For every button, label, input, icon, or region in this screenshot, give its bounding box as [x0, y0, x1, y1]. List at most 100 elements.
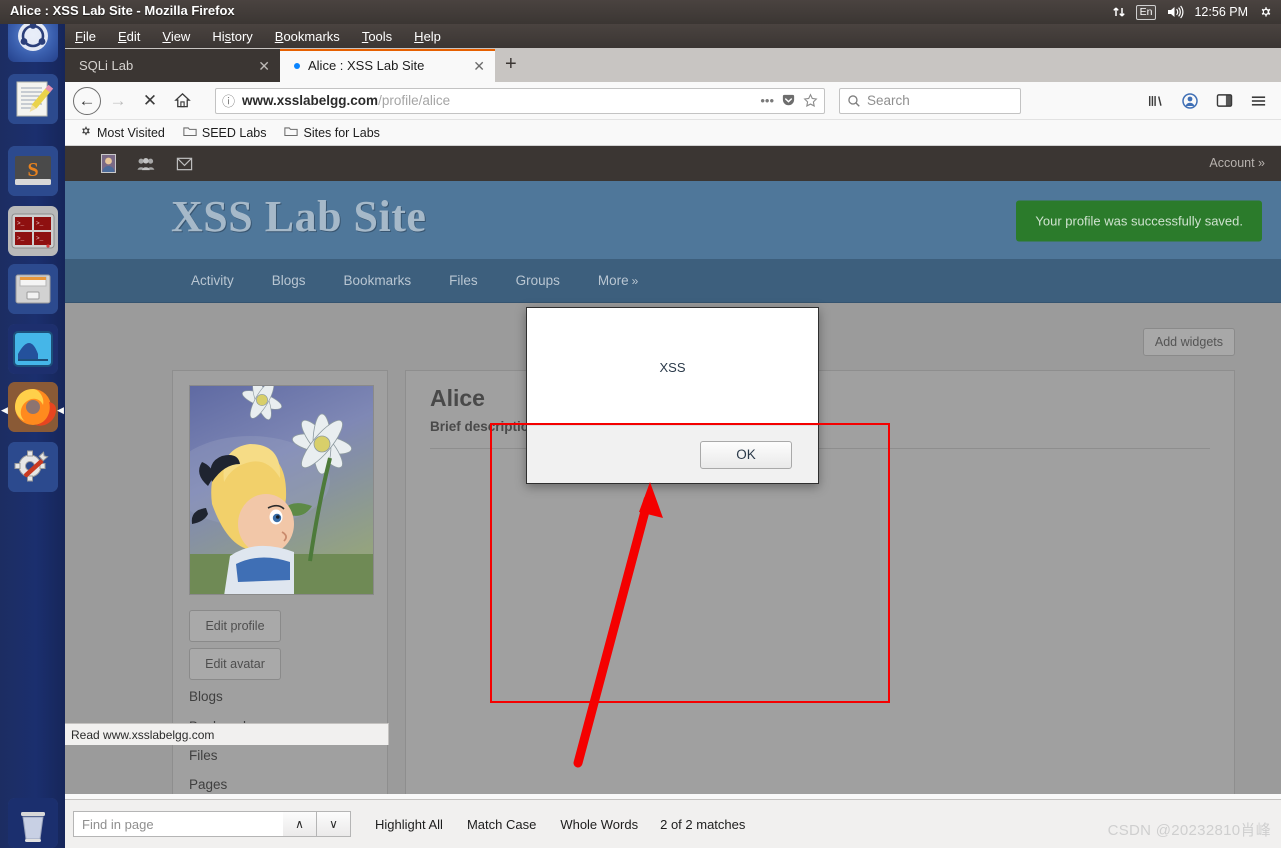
bookmark-label: Sites for Labs: [303, 125, 380, 140]
folder-icon: [284, 125, 299, 140]
tab-label: SQLi Lab: [79, 58, 134, 73]
account-menu-link[interactable]: Account »: [1209, 156, 1265, 170]
nav-item-files[interactable]: Files: [449, 273, 478, 288]
menu-view[interactable]: View: [162, 29, 190, 44]
nav-item-bookmarks[interactable]: Bookmarks: [344, 273, 412, 288]
system-settings-icon: [14, 450, 49, 482]
clock[interactable]: 12:56 PM: [1194, 5, 1248, 19]
highlight-all-option[interactable]: Highlight All: [375, 817, 443, 832]
tab-sqli-lab[interactable]: SQLi Lab ✕: [65, 49, 280, 82]
info-circle-icon[interactable]: ⓘ: [222, 91, 235, 110]
launcher-item-firefox[interactable]: [8, 382, 58, 432]
search-bar[interactable]: Search: [839, 87, 1021, 114]
library-icon[interactable]: [1141, 86, 1171, 116]
nav-item-groups[interactable]: Groups: [516, 273, 560, 288]
launcher-item-terminal[interactable]: >_ >_ >_ >_: [8, 206, 58, 256]
close-icon[interactable]: ✕: [258, 59, 270, 73]
launcher-item-wireshark[interactable]: [8, 324, 58, 374]
chevron-down-icon[interactable]: ∨: [317, 811, 351, 837]
back-arrow-icon[interactable]: ←: [73, 86, 101, 115]
tab-label: Alice : XSS Lab Site: [308, 58, 425, 73]
screen: S >_ >_ >_ >_ ◀ ◀ Alice: XSS Lab Site -…: [0, 0, 1281, 848]
bookmarks-toolbar: Most Visited SEED Labs Sites for Labs: [65, 120, 1281, 146]
avatar-image: [190, 386, 373, 594]
find-input[interactable]: Find in page: [73, 811, 283, 837]
gear-icon[interactable]: [1258, 5, 1273, 20]
nav-item-blogs[interactable]: Blogs: [272, 273, 306, 288]
svg-text:>_: >_: [17, 220, 25, 227]
friends-icon[interactable]: [137, 154, 155, 174]
network-up-down-icon[interactable]: [1112, 5, 1126, 19]
close-icon[interactable]: ✕: [473, 59, 485, 73]
search-input[interactable]: Search: [867, 93, 910, 108]
edit-avatar-button[interactable]: Edit avatar: [189, 648, 281, 680]
menu-help[interactable]: Help: [414, 29, 441, 44]
new-tab-button[interactable]: +: [495, 54, 527, 76]
ok-button[interactable]: OK: [700, 440, 792, 469]
menu-history[interactable]: History: [212, 29, 252, 44]
tab-activity-dot-icon: [294, 62, 300, 69]
forward-arrow-icon[interactable]: →: [103, 86, 133, 116]
url-path: /profile/alice: [378, 93, 451, 108]
envelope-icon[interactable]: [175, 154, 193, 174]
launcher-item-files[interactable]: [8, 264, 58, 314]
nav-item-activity[interactable]: Activity: [191, 273, 234, 288]
star-icon[interactable]: [803, 93, 818, 108]
gear-icon: [79, 125, 92, 141]
files-icon: [15, 274, 51, 304]
browser-menubar: File Edit View History Bookmarks Tools H…: [65, 24, 1281, 48]
menu-file[interactable]: File: [75, 29, 96, 44]
launcher-item-text-editor[interactable]: [8, 74, 58, 124]
bookmark-sites-for-labs[interactable]: Sites for Labs: [284, 125, 380, 140]
wireshark-icon: [13, 331, 53, 367]
home-icon[interactable]: [167, 86, 197, 116]
nav-item-more[interactable]: More»: [598, 273, 638, 288]
hamburger-menu-icon[interactable]: [1243, 86, 1273, 116]
keyboard-layout-indicator[interactable]: En: [1135, 4, 1157, 20]
unity-launcher: S >_ >_ >_ >_ ◀ ◀: [0, 0, 65, 848]
svg-text:>_: >_: [36, 220, 44, 227]
watermark: CSDN @20232810肖峰: [1107, 822, 1271, 839]
whole-words-option[interactable]: Whole Words: [560, 817, 638, 832]
menu-bookmarks[interactable]: Bookmarks: [275, 29, 340, 44]
match-case-option[interactable]: Match Case: [467, 817, 536, 832]
launcher-item-system-settings[interactable]: [8, 442, 58, 492]
profile-description-label: Brief description: [430, 419, 538, 434]
chevron-up-icon[interactable]: ∧: [283, 811, 317, 837]
launcher-right-arrow-icon: ◀: [57, 405, 64, 415]
firefox-window: File Edit View History Bookmarks Tools H…: [65, 24, 1281, 848]
url-text: www.xsslabelgg.com/profile/alice: [242, 93, 753, 108]
menu-tools[interactable]: Tools: [362, 29, 392, 44]
sidebar-link-blogs[interactable]: Blogs: [189, 689, 223, 704]
folder-icon: [183, 125, 197, 140]
add-widgets-button[interactable]: Add widgets: [1142, 328, 1235, 356]
bookmark-seed-labs[interactable]: SEED Labs: [183, 125, 266, 140]
account-circle-icon[interactable]: [1175, 86, 1205, 116]
launcher-item-sublime-text[interactable]: S: [8, 146, 58, 196]
page-viewport: Account » XSS Lab Site Your profile was …: [65, 146, 1281, 794]
url-bar[interactable]: ⓘ www.xsslabelgg.com/profile/alice •••: [215, 87, 825, 114]
sidebar-toggle-icon[interactable]: [1209, 86, 1239, 116]
alert-footer: OK: [527, 425, 818, 483]
launcher-item-trash[interactable]: [8, 798, 58, 848]
sidebar-link-pages[interactable]: Pages: [189, 777, 227, 792]
bookmark-most-visited[interactable]: Most Visited: [79, 125, 165, 141]
status-bar: Read www.xsslabelgg.com: [65, 723, 389, 745]
menu-edit[interactable]: Edit: [118, 29, 140, 44]
stop-x-icon[interactable]: ✕: [135, 86, 165, 116]
avatar[interactable]: [189, 385, 374, 595]
firefox-icon: [15, 389, 57, 426]
pocket-icon[interactable]: [781, 93, 796, 108]
volume-icon[interactable]: [1166, 5, 1184, 19]
site-navigation: Activity Blogs Bookmarks Files Groups Mo…: [65, 259, 1281, 303]
sublime-text-icon: S: [15, 156, 51, 185]
toolbar-right-actions: [1141, 86, 1273, 116]
user-avatar-icon[interactable]: [99, 154, 117, 174]
tab-strip: SQLi Lab ✕ Alice : XSS Lab Site ✕ +: [65, 48, 1281, 82]
javascript-alert-dialog: XSS OK: [526, 307, 819, 484]
ellipsis-icon[interactable]: •••: [760, 93, 774, 108]
tab-alice-xss-lab-site[interactable]: Alice : XSS Lab Site ✕: [280, 49, 495, 82]
edit-profile-button[interactable]: Edit profile: [189, 610, 281, 642]
system-tray: En 12:56 PM: [1112, 0, 1273, 24]
sidebar-link-files[interactable]: Files: [189, 748, 218, 763]
